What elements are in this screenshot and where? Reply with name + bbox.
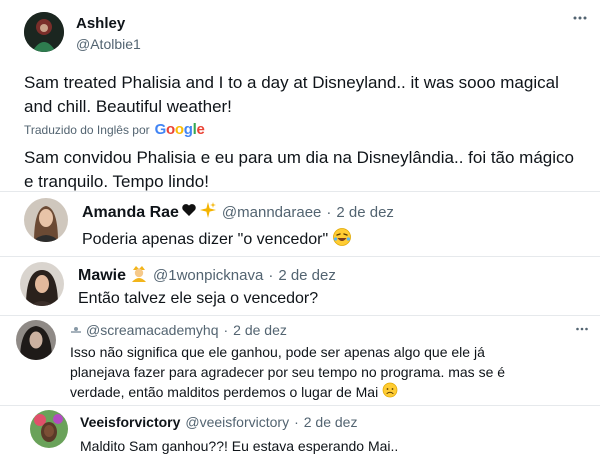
reply-text-line: Isso não significa que ele ganhou, pode … [70,344,485,360]
reply-1-text-row: Poderia apenas dizer "o vencedor" [82,227,352,252]
divider [0,315,600,316]
more-options-icon[interactable] [575,322,589,341]
reply-text: Poderia apenas dizer "o vencedor" [82,230,329,248]
avatar-ashley[interactable] [24,12,64,52]
reply-date[interactable]: 2 de dez [233,322,287,338]
avatar-mawie[interactable] [20,262,64,306]
tweet-translation: Sam convidou Phalisia e eu para um dia n… [24,148,574,191]
reply-separator: · [223,322,229,338]
reply-handle[interactable]: @screamacademyhq [86,322,219,338]
avatar-image [30,410,68,448]
author-name[interactable]: Ashley [76,15,125,32]
reply-handle[interactable]: @manndaraee [222,204,321,221]
more-options-icon[interactable] [572,10,588,31]
tweet-text: Sam treated Phalisia and I to a day at D… [24,73,559,116]
rofl-emoji-icon [332,227,352,252]
reply-text-line-row: verdade, então malditos perdemos o lugar… [70,382,505,404]
avatar-amanda-rae[interactable] [24,198,68,242]
avatar-image [24,12,64,52]
reply-date[interactable]: 2 de dez [336,204,394,221]
person-emoji-icon [130,264,148,287]
small-name-icon [70,322,82,338]
reply-4-header: Veeisforvictory @veeisforvictory · 2 de … [80,414,357,430]
avatar-image [24,198,68,242]
reply-separator: · [268,267,274,284]
divider [0,191,600,192]
reply-separator: · [294,414,299,430]
disappointed-emoji-icon [382,382,398,404]
black-heart-icon [181,202,197,223]
translated-by-label: Traduzido do Inglês por [24,122,150,137]
reply-handle[interactable]: @veeisforvictory [185,414,289,430]
translation-attribution: Traduzido do Inglês por Google [24,121,205,138]
reply-text-line: verdade, então malditos perdemos o lugar… [70,384,379,400]
reply-author-name[interactable]: Veeisforvictory [80,414,180,430]
avatar-veeisforvictory[interactable] [30,410,68,448]
reply-date[interactable]: 2 de dez [278,267,336,284]
google-logo: Google [154,121,205,138]
divider [0,256,600,257]
reply-text: Maldito Sam ganhou??! Eu estava esperand… [80,438,399,454]
reply-author-name[interactable]: Mawie [78,267,126,285]
sparkles-icon [199,201,217,224]
reply-handle[interactable]: @1wonpicknava [153,267,263,284]
reply-separator: · [326,204,332,221]
divider [0,405,600,406]
reply-author-name[interactable]: Amanda Rae [82,204,179,222]
reply-text: Então talvez ele seja o vencedor? [78,290,319,307]
reply-text-block: Isso não significa que ele ganhou, pode … [70,343,505,404]
reply-1-header: Amanda Rae @manndaraee · 2 de dez [82,201,394,224]
reply-text-line: planejava fazer para agradecer por seu t… [70,363,506,380]
avatar-screamacademyhq[interactable] [16,320,56,360]
reply-2-header: Mawie @1wonpicknava · 2 de dez [78,264,336,287]
avatar-image [16,320,56,360]
reply-3-header: @screamacademyhq · 2 de dez [70,322,287,338]
reply-date[interactable]: 2 de dez [304,414,358,430]
author-handle[interactable]: @Atolbie1 [76,36,141,52]
avatar-image [20,262,64,306]
